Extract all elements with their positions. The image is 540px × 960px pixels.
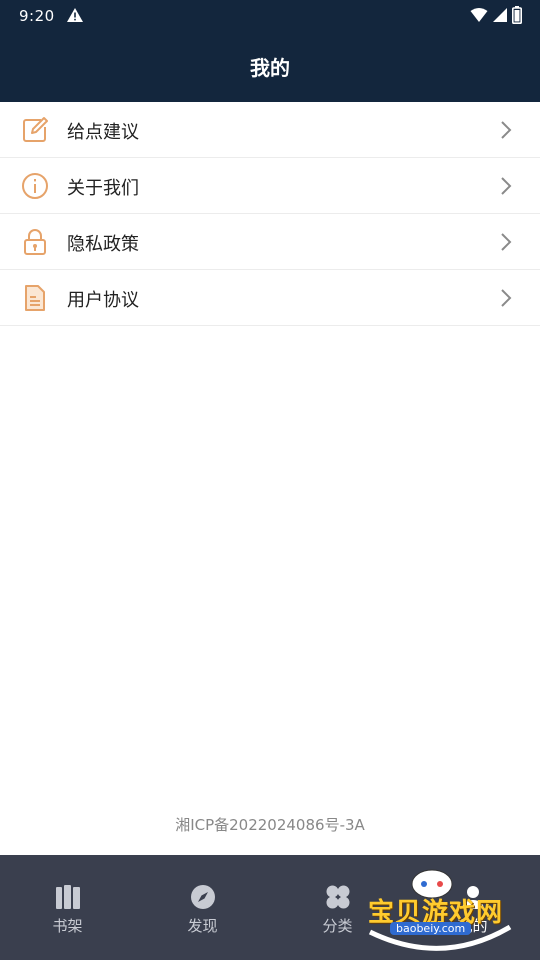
tab-discover[interactable]: 发现: [135, 855, 270, 960]
edit-icon: [23, 117, 48, 142]
menu-item-label: 给点建议: [67, 122, 139, 143]
status-icons: [470, 6, 522, 24]
bookshelf-icon: [55, 885, 80, 909]
document-icon: [25, 285, 45, 311]
chevron-right-icon: [501, 289, 512, 307]
warning-icon: [67, 8, 83, 22]
menu-item-user-agreement[interactable]: 用户协议: [0, 270, 540, 326]
icp-record[interactable]: 湘ICP备2022024086号-3A: [0, 814, 540, 835]
chevron-right-icon: [501, 121, 512, 139]
lock-icon: [24, 229, 46, 255]
chevron-right-icon: [501, 233, 512, 251]
watermark-url: baobeiy.com: [390, 922, 472, 935]
info-icon: [22, 173, 48, 199]
menu-item-about-us[interactable]: 关于我们: [0, 158, 540, 214]
tab-bookshelf[interactable]: 书架: [0, 855, 135, 960]
menu-item-label: 关于我们: [67, 178, 139, 199]
status-bar: 9:20: [0, 0, 540, 32]
chevron-right-icon: [501, 177, 512, 195]
wifi-icon: [470, 8, 488, 22]
menu-item-feedback[interactable]: 给点建议: [0, 102, 540, 158]
settings-menu: 给点建议 关于我们 隐私政策 用户协议: [0, 102, 540, 326]
signal-icon: [493, 8, 507, 22]
category-icon: [326, 885, 349, 909]
status-time: 9:20: [19, 7, 55, 25]
page-title: 我的: [250, 56, 290, 80]
tab-label: 书架: [52, 917, 83, 935]
battery-icon: [512, 6, 522, 24]
menu-item-label: 隐私政策: [67, 234, 139, 255]
watermark-logo: 宝贝游戏网 baobeiy.com: [360, 862, 525, 952]
compass-icon: [190, 885, 215, 909]
menu-item-label: 用户协议: [67, 290, 139, 311]
top-app-bar: 9:20 我的: [0, 0, 540, 102]
menu-item-privacy-policy[interactable]: 隐私政策: [0, 214, 540, 270]
tab-label: 发现: [187, 917, 218, 935]
